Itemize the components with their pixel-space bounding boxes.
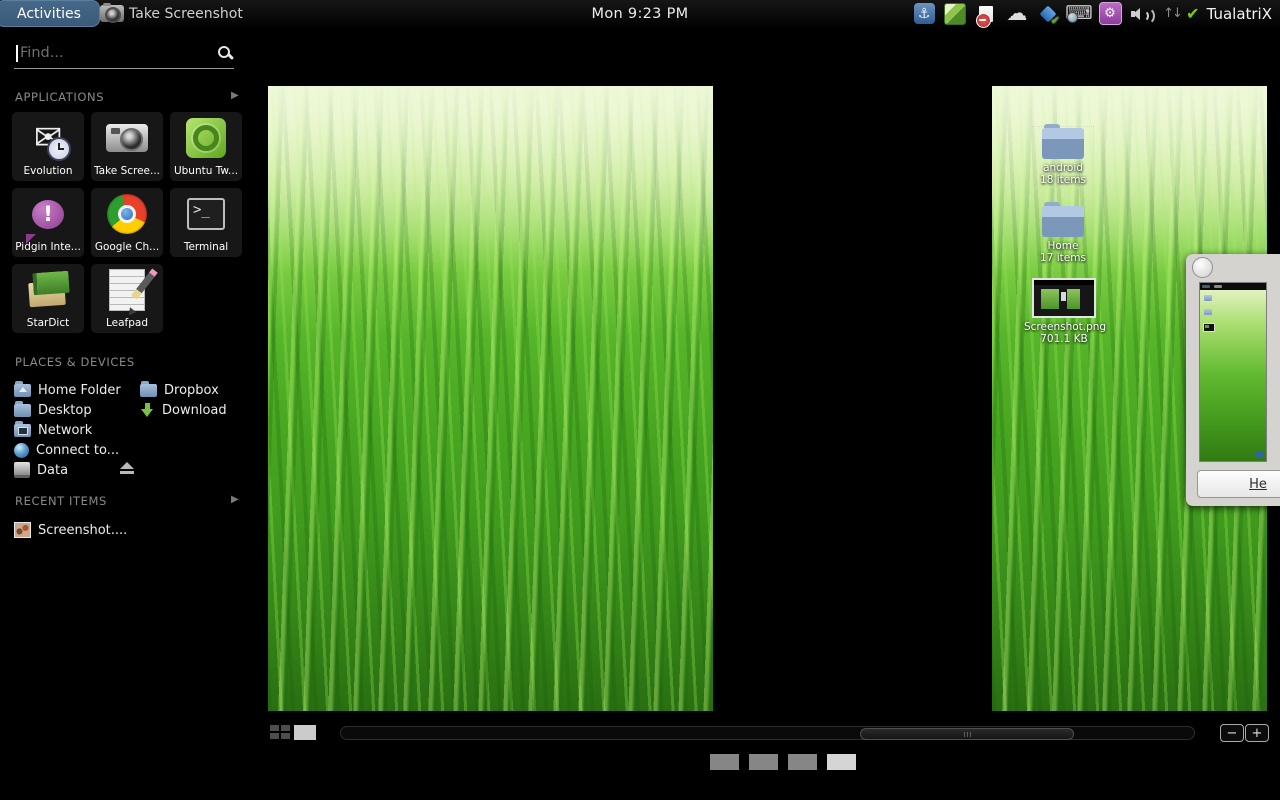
- workspace-indicator-4[interactable]: [827, 754, 856, 770]
- app-menu[interactable]: Take Screenshot: [100, 0, 243, 27]
- place-home-folder[interactable]: Home Folder: [14, 381, 121, 399]
- desktop-folder-icon: [14, 404, 31, 417]
- place-download[interactable]: Download: [140, 401, 227, 419]
- stardict-tray-icon[interactable]: [943, 2, 967, 26]
- places-section-title: PLACES & DEVICES: [15, 355, 135, 369]
- app-tile-stardict[interactable]: StarDict: [12, 264, 84, 333]
- recent-section-title: RECENT ITEMS: [15, 494, 107, 508]
- search-input[interactable]: [14, 42, 208, 64]
- username-label: TualatriX: [1207, 5, 1272, 23]
- overview-sidebar: APPLICATIONS ▶ ✉ Evolution Take Scree...…: [0, 27, 252, 800]
- workspace-indicator-1[interactable]: [710, 754, 739, 770]
- top-panel: Activities Take Screenshot Mon 9:23 PM ⚓…: [0, 0, 1280, 27]
- workspace-indicator-2[interactable]: [749, 754, 778, 770]
- desktop-icon-screenshot: Screenshot.png 701.1 KB: [1024, 278, 1104, 345]
- image-file-icon: [14, 522, 31, 538]
- activities-button[interactable]: Activities: [0, 0, 100, 27]
- desktop-icon-android: android 18 items: [1034, 128, 1092, 186]
- workspace-preview-1[interactable]: [268, 86, 713, 711]
- applications-section-title: APPLICATIONS: [15, 90, 104, 104]
- zoom-out-button[interactable]: −: [1220, 724, 1244, 742]
- clock[interactable]: Mon 9:23 PM: [592, 0, 689, 27]
- camera-icon: [100, 5, 124, 22]
- place-data[interactable]: Data: [14, 461, 68, 479]
- pidgin-icon: !: [24, 191, 72, 237]
- dropbox-folder-icon: [140, 384, 157, 397]
- app-tile-pidgin[interactable]: ! Pidgin Inte...: [12, 188, 84, 257]
- place-network[interactable]: Network: [14, 421, 92, 439]
- network-folder-icon: [14, 424, 31, 437]
- eject-icon[interactable]: [119, 461, 135, 475]
- app-tile-evolution[interactable]: ✉ Evolution: [12, 112, 84, 181]
- globe-icon: [14, 443, 29, 458]
- user-menu[interactable]: ✔ TualatriX: [1186, 0, 1272, 27]
- volume-icon[interactable]: [1129, 2, 1153, 26]
- applications-expander-icon[interactable]: ▶: [231, 90, 239, 101]
- network-updown-icon[interactable]: ↑↓: [1160, 2, 1184, 26]
- workspace-scrollbar[interactable]: [340, 726, 1195, 740]
- chrome-icon: [103, 191, 151, 237]
- place-connect-to[interactable]: Connect to...: [14, 441, 119, 459]
- app-tile-terminal[interactable]: >_ Terminal: [170, 188, 242, 257]
- cloud-icon[interactable]: ☁: [1005, 2, 1029, 26]
- dropbox-tray-icon[interactable]: ✔: [1036, 2, 1060, 26]
- text-caret: [16, 45, 18, 62]
- drive-icon: [14, 462, 30, 478]
- app-tile-chrome[interactable]: Google Ch...: [91, 188, 163, 257]
- scrollbar-thumb[interactable]: [860, 728, 1074, 740]
- anchor-indicator-icon[interactable]: ⚓: [912, 2, 936, 26]
- folder-icon: [1042, 128, 1084, 159]
- app-tile-ubuntu-tweak[interactable]: Ubuntu Tw...: [170, 112, 242, 181]
- leafpad-icon: [103, 267, 151, 313]
- desktop-icon-home: Home 17 items: [1034, 206, 1092, 264]
- app-menu-label: Take Screenshot: [129, 6, 243, 22]
- image-thumbnail: [1032, 278, 1096, 318]
- screenshot-dialog-window[interactable]: He: [1186, 254, 1280, 506]
- app-tile-leafpad[interactable]: Leafpad: [91, 264, 163, 333]
- workspace-grid-view-button[interactable]: [270, 725, 291, 740]
- stardict-icon: [24, 267, 72, 313]
- place-dropbox[interactable]: Dropbox: [140, 381, 219, 399]
- app-grid: ✉ Evolution Take Scree... Ubuntu Tw... !…: [12, 112, 240, 333]
- system-tray: ⚓ ☁ ✔ ⌨ ⚙ ↑↓: [912, 0, 1184, 27]
- place-desktop[interactable]: Desktop: [14, 401, 92, 419]
- folder-icon: [1042, 206, 1084, 237]
- recent-expander-icon[interactable]: ▶: [231, 494, 239, 505]
- ubuntu-tweak-icon: [182, 115, 230, 161]
- search-field[interactable]: [14, 42, 234, 69]
- help-button[interactable]: He: [1197, 470, 1280, 498]
- window-close-button[interactable]: [1192, 257, 1213, 278]
- evolution-icon: ✉: [24, 115, 72, 161]
- home-folder-icon: [14, 384, 31, 397]
- zoom-in-button[interactable]: +: [1245, 724, 1269, 742]
- search-icon: [218, 46, 232, 60]
- app-tile-take-screenshot[interactable]: Take Scree...: [91, 112, 163, 181]
- workspace-indicator-3[interactable]: [788, 754, 817, 770]
- presence-available-icon: ✔: [1186, 4, 1199, 23]
- screenshot-camera-icon: [103, 115, 151, 161]
- recent-item-screenshot[interactable]: Screenshot....: [14, 521, 127, 539]
- notes-blocked-icon[interactable]: [974, 2, 998, 26]
- terminal-icon: >_: [182, 191, 230, 237]
- ubuntu-tweak-tray-icon[interactable]: ⚙: [1098, 2, 1122, 26]
- workspace-single-view-button[interactable]: [294, 725, 316, 740]
- download-arrow-icon: [140, 403, 155, 418]
- screenshot-preview: [1199, 282, 1267, 462]
- keyboard-indicator-icon[interactable]: ⌨: [1067, 2, 1091, 26]
